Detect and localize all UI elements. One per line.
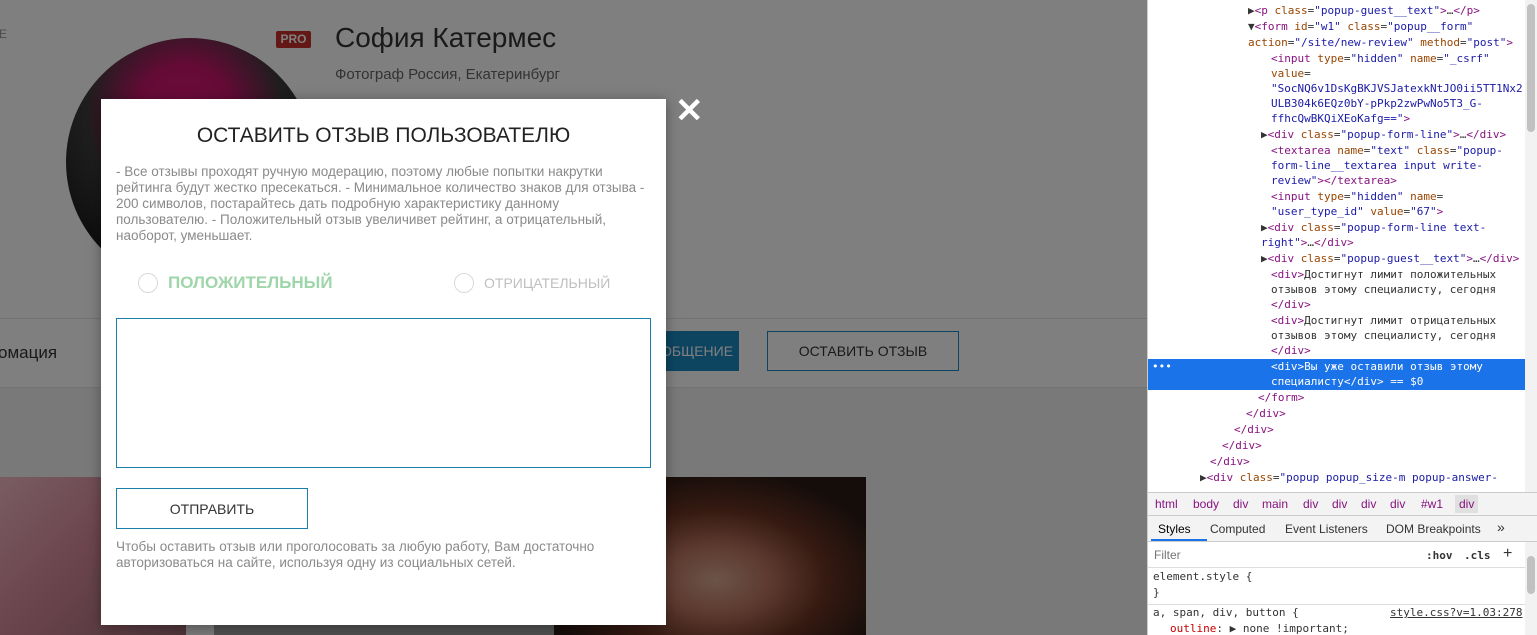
tab-styles[interactable]: Styles [1158, 522, 1191, 536]
dom-node[interactable]: </form> [1148, 390, 1526, 405]
elements-tree[interactable]: ▶<p class="popup-guest__text">…</p> ▼<fo… [1148, 0, 1526, 492]
dom-node[interactable]: отзывов этому специалисту, сегодня [1148, 328, 1526, 343]
radio-negative-label: ОТРИЦАТЕЛЬНЫЙ [484, 275, 611, 291]
dom-node[interactable]: ▼<form id="w1" class="popup__form" [1148, 19, 1526, 34]
review-modal: ОСТАВИТЬ ОТЗЫВ ПОЛЬЗОВАТЕЛЮ - Все отзывы… [101, 99, 666, 625]
close-icon[interactable]: ✕ [675, 94, 704, 128]
dom-node[interactable]: <input type="hidden" name= [1148, 189, 1526, 204]
styles-pane: element.style { } a, span, div, button {… [1148, 568, 1526, 635]
dom-node[interactable]: action="/site/new-review" method="post"> [1148, 35, 1526, 50]
dom-node[interactable]: ▶<div class="popup-form-line text- [1148, 220, 1526, 235]
dom-node[interactable]: </div> [1148, 406, 1526, 421]
radio-circle-icon[interactable] [454, 273, 474, 293]
breadcrumb-item[interactable]: body [1193, 497, 1219, 511]
modal-title: ОСТАВИТЬ ОТЗЫВ ПОЛЬЗОВАТЕЛЮ [196, 124, 571, 147]
hover-state-toggle[interactable]: :hov [1426, 549, 1453, 562]
dom-node[interactable]: value= [1148, 66, 1526, 81]
styles-tabs: Styles Computed Event Listeners DOM Brea… [1148, 516, 1537, 542]
dom-node[interactable]: </div> [1148, 454, 1526, 469]
breadcrumb-item[interactable]: div [1303, 497, 1318, 511]
dom-node[interactable]: </div> [1148, 438, 1526, 453]
styles-scrollbar-thumb[interactable] [1527, 556, 1535, 594]
modal-rules-text: - Все отзывы проходят ручную модерацию, … [116, 164, 645, 243]
submit-button[interactable]: ОТПРАВИТЬ [116, 488, 308, 529]
dom-node[interactable]: </div> [1148, 343, 1526, 358]
dom-node[interactable]: ffhcQwBKQiXEoKafg=="> [1148, 111, 1526, 126]
stylesheet-link[interactable]: style.css?v=1.03:278 [1390, 606, 1522, 619]
tab-active-indicator [1151, 539, 1207, 541]
element-style-open[interactable]: element.style { [1153, 570, 1252, 583]
dom-node[interactable]: ▶<p class="popup-guest__text">…</p> [1148, 3, 1526, 18]
breadcrumb-item-active[interactable]: div [1455, 495, 1479, 513]
element-style-close: } [1153, 586, 1160, 599]
dom-node-selected[interactable]: ••• <div>Вы уже оставили отзыв этому спец… [1148, 359, 1526, 390]
dom-node[interactable]: ▶<div class="popup-guest__text">…</div> [1148, 251, 1526, 266]
dom-node[interactable]: review"></textarea> [1148, 173, 1526, 188]
dom-node[interactable]: ULB304k6EQz0bY-pPkp2zwPwNo5T3_G- [1148, 96, 1526, 111]
more-icon[interactable]: ••• [1152, 359, 1172, 374]
review-text-input[interactable] [116, 318, 651, 468]
breadcrumb-item[interactable]: div [1332, 497, 1347, 511]
dom-breadcrumbs: html body div main div div div div #w1 d… [1148, 492, 1537, 516]
dom-node[interactable]: <input type="hidden" name="_csrf" [1148, 51, 1526, 66]
breadcrumb-item[interactable]: html [1155, 497, 1178, 511]
radio-positive-label: ПОЛОЖИТЕЛЬНЫЙ [168, 273, 333, 292]
dom-node[interactable]: right">…</div> [1148, 235, 1526, 250]
dom-node[interactable]: <div>Достигнут лимит отрицательных [1148, 313, 1526, 328]
dom-node[interactable]: </div> [1148, 297, 1526, 312]
radio-negative[interactable]: ОТРИЦАТЕЛЬНЫЙ [454, 272, 610, 294]
dom-node[interactable]: отзывов этому специалисту, сегодня [1148, 282, 1526, 297]
rule-selector[interactable]: a, span, div, button { [1153, 606, 1299, 619]
css-property[interactable]: outline [1170, 622, 1216, 635]
tab-event-listeners[interactable]: Event Listeners [1285, 522, 1368, 536]
breadcrumb-item[interactable]: div [1390, 497, 1405, 511]
rule-divider [1148, 604, 1526, 605]
dom-node[interactable]: "SocNQ6v1DsKgBKJVSJatexkNtJO0ii5TT1Nx2 [1148, 81, 1526, 96]
breadcrumb-item[interactable]: div [1361, 497, 1376, 511]
dom-node[interactable]: form-line__textarea input write- [1148, 158, 1526, 173]
tab-dom-breakpoints[interactable]: DOM Breakpoints [1386, 522, 1481, 536]
devtools-panel: ▶<p class="popup-guest__text">…</p> ▼<fo… [1147, 0, 1537, 635]
dom-node[interactable]: <textarea name="text" class="popup- [1148, 143, 1526, 158]
dom-node[interactable]: </div> [1148, 422, 1526, 437]
auth-hint-text: Чтобы оставить отзыв или проголосовать з… [116, 539, 595, 570]
dom-node[interactable]: "user_type_id" value="67"> [1148, 204, 1526, 219]
styles-filter-row: :hov .cls + [1148, 542, 1526, 568]
tab-computed[interactable]: Computed [1210, 522, 1265, 536]
add-rule-icon[interactable]: + [1503, 545, 1512, 563]
dom-node[interactable]: ▶<div class="popup popup_size-m popup-an… [1148, 470, 1526, 485]
breadcrumb-item[interactable]: #w1 [1421, 497, 1443, 511]
css-value[interactable]: none !important; [1243, 622, 1349, 635]
rule-declaration[interactable]: outline: ▶ none !important; [1170, 622, 1349, 635]
breadcrumb-item[interactable]: main [1262, 497, 1288, 511]
more-tabs-icon[interactable]: » [1497, 519, 1505, 535]
dom-node[interactable]: ▶<div class="popup-form-line">…</div> [1148, 127, 1526, 142]
dom-node[interactable]: <div>Достигнут лимит положительных [1148, 267, 1526, 282]
styles-filter-input[interactable] [1151, 545, 1419, 565]
class-toggle[interactable]: .cls [1464, 549, 1491, 562]
radio-positive[interactable]: ПОЛОЖИТЕЛЬНЫЙ [138, 272, 333, 294]
breadcrumb-item[interactable]: div [1233, 497, 1248, 511]
elements-scrollbar-thumb[interactable] [1527, 4, 1535, 132]
radio-circle-icon[interactable] [138, 273, 158, 293]
